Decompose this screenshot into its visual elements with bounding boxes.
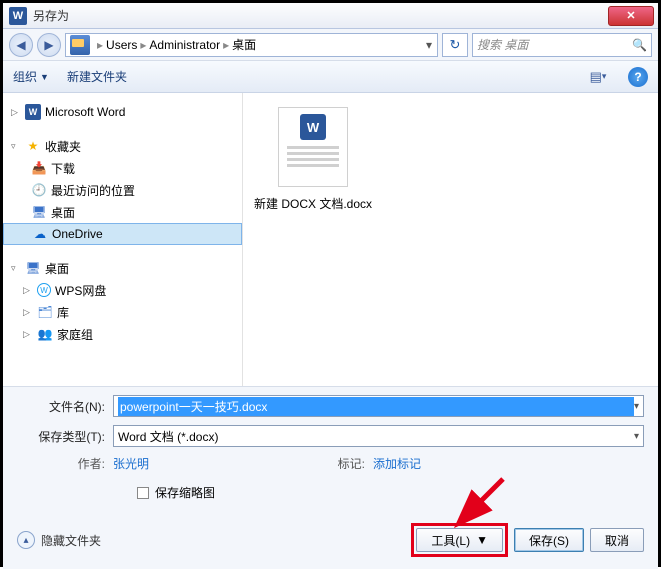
crumb-sep-icon: ▸ [94, 38, 106, 52]
expand-icon[interactable]: ▷ [11, 107, 21, 118]
forward-button[interactable]: ▶ [37, 33, 61, 57]
filetype-select[interactable]: Word 文档 (*.docx) ▾ [113, 425, 644, 447]
homegroup-icon: 👥 [37, 326, 53, 342]
titlebar: W 另存为 ✕ [3, 3, 658, 29]
back-button[interactable]: ◀ [9, 33, 33, 57]
crumb-sep-icon: ▸ [137, 38, 149, 52]
new-folder-button[interactable]: 新建文件夹 [67, 68, 127, 85]
collapse-icon[interactable]: ▿ [11, 263, 21, 274]
help-button[interactable]: ? [628, 67, 648, 87]
file-name: 新建 DOCX 文档.docx [253, 195, 373, 212]
tree-downloads[interactable]: 📥下载 [3, 157, 242, 179]
save-thumbnail-checkbox[interactable]: 保存缩略图 [137, 484, 644, 501]
organize-menu[interactable]: 组织▼ [13, 68, 49, 85]
author-label: 作者: [17, 455, 113, 472]
chevron-down-icon: ▾ [602, 71, 607, 82]
refresh-button[interactable]: ↻ [442, 33, 468, 57]
tree-desktop-fav[interactable]: 🖥桌面 [3, 201, 242, 223]
bottom-panel: 文件名(N): powerpoint一天一技巧.docx ▾ 保存类型(T): … [3, 386, 658, 569]
author-value[interactable]: 张光明 [113, 455, 313, 472]
close-button[interactable]: ✕ [608, 6, 654, 26]
tree-homegroup[interactable]: ▷👥家庭组 [3, 323, 242, 345]
desktop-icon: 🖥 [31, 204, 47, 220]
desktop-icon: 🖥 [25, 260, 41, 276]
tools-highlight: 工具(L)▼ [411, 523, 508, 557]
word-app-icon: W [9, 7, 27, 25]
tag-value[interactable]: 添加标记 [373, 455, 573, 472]
file-item[interactable]: W 新建 DOCX 文档.docx [253, 107, 373, 212]
tree-wps[interactable]: ▷WWPS网盘 [3, 279, 242, 301]
chevron-down-icon[interactable]: ▾ [634, 431, 639, 442]
search-placeholder: 搜索 桌面 [477, 36, 528, 53]
tree-library[interactable]: ▷🗂库 [3, 301, 242, 323]
expand-icon[interactable]: ▷ [23, 307, 33, 318]
chevron-down-icon: ▼ [40, 72, 49, 82]
chevron-up-icon: ▴ [17, 531, 35, 549]
star-icon: ★ [25, 138, 41, 154]
chevron-down-icon[interactable]: ▾ [634, 401, 639, 412]
onedrive-icon: ☁ [32, 226, 48, 242]
filetype-label: 保存类型(T): [17, 428, 113, 445]
tree-desktop[interactable]: ▿🖥桌面 [3, 257, 242, 279]
recent-icon: 🕘 [31, 182, 47, 198]
expand-icon[interactable]: ▷ [23, 285, 33, 296]
file-area[interactable]: W 新建 DOCX 文档.docx [243, 93, 658, 386]
tag-label: 标记: [313, 455, 373, 472]
crumb-admin[interactable]: Administrator [149, 38, 220, 52]
filename-value: powerpoint一天一技巧.docx [118, 397, 634, 416]
address-bar: ◀ ▶ ▸ Users ▸ Administrator ▸ 桌面 ▾ ↻ 搜索 … [3, 29, 658, 61]
view-options-button[interactable]: ▤ ▾ [586, 66, 610, 88]
tree-recent[interactable]: 🕘最近访问的位置 [3, 179, 242, 201]
docx-file-icon: W [278, 107, 348, 187]
breadcrumb[interactable]: ▸ Users ▸ Administrator ▸ 桌面 ▾ [65, 33, 438, 57]
search-icon[interactable]: 🔍 [632, 38, 647, 52]
crumb-sep-icon: ▸ [220, 38, 232, 52]
download-icon: 📥 [31, 160, 47, 176]
filename-input[interactable]: powerpoint一天一技巧.docx ▾ [113, 395, 644, 417]
filename-label: 文件名(N): [17, 398, 113, 415]
expand-icon[interactable]: ▷ [23, 329, 33, 340]
tree-favorites[interactable]: ▿★收藏夹 [3, 135, 242, 157]
window-title: 另存为 [33, 7, 69, 24]
crumb-users[interactable]: Users [106, 38, 137, 52]
tree-msword[interactable]: ▷WMicrosoft Word [3, 101, 242, 123]
library-icon: 🗂 [37, 304, 53, 320]
save-thumbnail-label: 保存缩略图 [155, 484, 215, 501]
tools-button[interactable]: 工具(L)▼ [416, 528, 503, 552]
filetype-value: Word 文档 (*.docx) [118, 428, 634, 445]
computer-icon [70, 35, 90, 55]
navigation-tree: ▷WMicrosoft Word ▿★收藏夹 📥下载 🕘最近访问的位置 🖥桌面 … [3, 93, 243, 386]
save-button[interactable]: 保存(S) [514, 528, 584, 552]
breadcrumb-dropdown-icon[interactable]: ▾ [421, 38, 437, 52]
word-icon: W [25, 104, 41, 120]
tree-onedrive[interactable]: ☁OneDrive [3, 223, 242, 245]
search-input[interactable]: 搜索 桌面 🔍 [472, 33, 652, 57]
save-as-dialog: W 另存为 ✕ ◀ ▶ ▸ Users ▸ Administrator ▸ 桌面… [0, 0, 661, 567]
toolbar: 组织▼ 新建文件夹 ▤ ▾ ? [3, 61, 658, 93]
collapse-icon[interactable]: ▿ [11, 141, 21, 152]
wps-icon: W [37, 283, 51, 297]
crumb-desktop[interactable]: 桌面 [232, 36, 256, 53]
checkbox-icon[interactable] [137, 487, 149, 499]
cancel-button[interactable]: 取消 [590, 528, 644, 552]
chevron-down-icon: ▼ [476, 533, 488, 547]
hide-folders-link[interactable]: ▴ 隐藏文件夹 [17, 531, 101, 549]
